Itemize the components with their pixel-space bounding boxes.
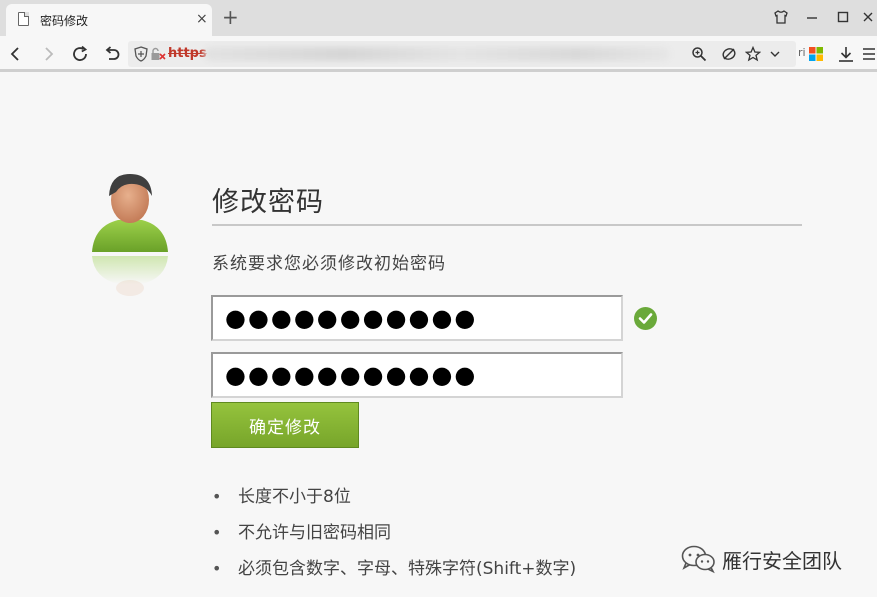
page-icon — [18, 12, 29, 26]
user-avatar-icon — [88, 170, 172, 300]
close-icon[interactable] — [856, 6, 877, 28]
zoom-icon[interactable] — [690, 45, 708, 63]
back-icon[interactable] — [4, 42, 28, 66]
minimize-icon[interactable] — [800, 6, 824, 28]
undo-icon[interactable] — [100, 42, 124, 66]
url-input[interactable]: https ri — [128, 41, 806, 67]
tab-close-button[interactable]: × — [196, 10, 208, 28]
page-subtitle: 系统要求您必须修改初始密码 — [212, 254, 446, 274]
read-mode-icon[interactable] — [720, 45, 738, 63]
skin-icon[interactable] — [769, 6, 793, 28]
menu-icon[interactable] — [860, 42, 876, 66]
reload-icon[interactable] — [68, 42, 92, 66]
tab-title: 密码修改 — [40, 14, 89, 28]
maximize-icon[interactable] — [831, 6, 855, 28]
address-toolbar: https ri — [0, 36, 877, 72]
watermark-text: 雁行安全团队 — [722, 548, 842, 573]
rule-item: 长度不小于8位 — [212, 485, 576, 521]
download-icon[interactable] — [834, 42, 858, 66]
tab-active[interactable]: 密码修改 × — [6, 4, 212, 36]
wechat-icon — [680, 544, 716, 574]
check-icon — [633, 306, 658, 331]
apps-icon[interactable] — [804, 42, 828, 66]
password-rules-list: 长度不小于8位 不允许与旧密码相同 必须包含数字、字母、特殊字符(Shift+数… — [212, 485, 576, 593]
url-redacted — [204, 47, 670, 61]
broken-lock-icon[interactable] — [150, 46, 166, 66]
rule-item: 不允许与旧密码相同 — [212, 521, 576, 557]
confirm-change-button[interactable]: 确定修改 — [211, 402, 359, 448]
page-title: 修改密码 — [212, 187, 324, 218]
title-divider — [212, 224, 802, 226]
rule-item: 必须包含数字、字母、特殊字符(Shift+数字) — [212, 557, 576, 593]
forward-icon[interactable] — [36, 42, 60, 66]
chevron-down-icon[interactable] — [766, 45, 784, 63]
new-password-field[interactable] — [211, 295, 623, 341]
confirm-password-field[interactable] — [211, 352, 623, 398]
new-password-input[interactable] — [213, 297, 621, 339]
shield-icon[interactable] — [134, 46, 148, 66]
tab-strip: 密码修改 × + — [0, 0, 877, 36]
confirm-password-input[interactable] — [213, 354, 621, 396]
watermark: 雁行安全团队 — [680, 544, 842, 574]
star-icon[interactable] — [744, 45, 762, 63]
url-scheme: https — [168, 46, 207, 61]
new-tab-button[interactable]: + — [222, 6, 239, 28]
